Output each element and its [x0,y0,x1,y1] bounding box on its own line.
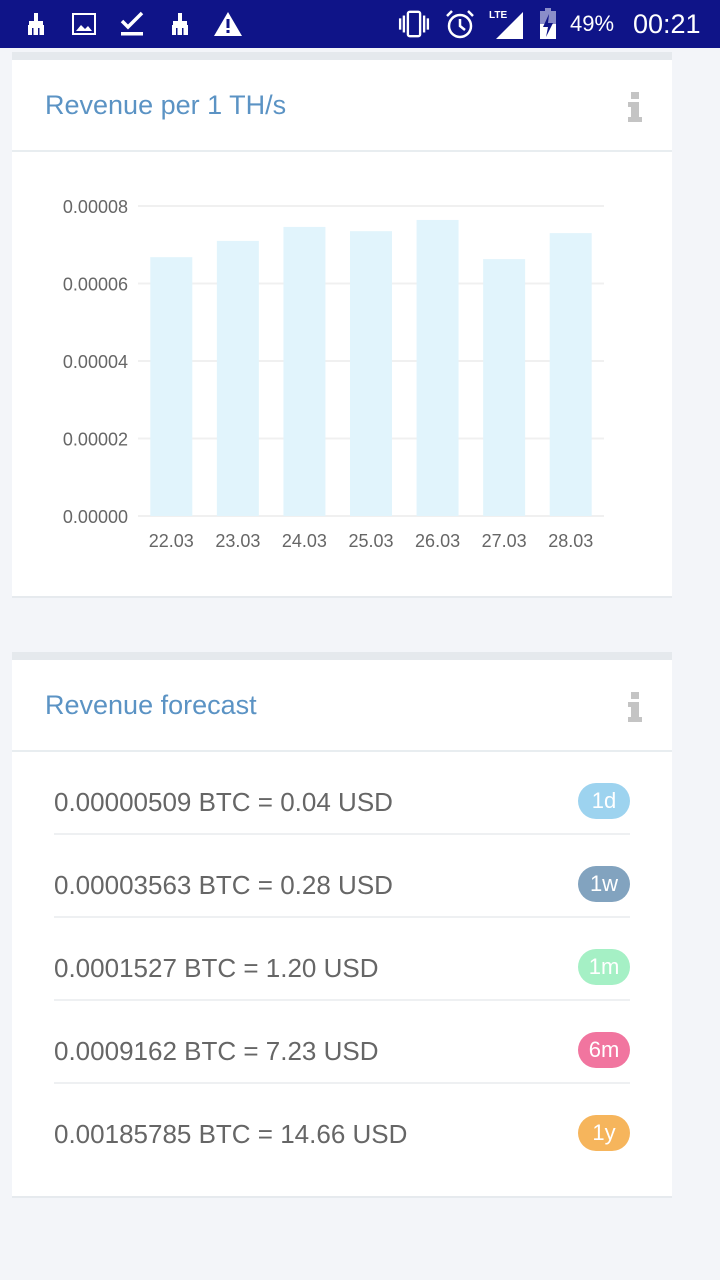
download-done-icon [116,8,148,40]
forecast-row: 0.0009162 BTC = 7.23 USD 6m [54,1001,630,1084]
image-icon [68,8,100,40]
svg-text:LTE: LTE [489,10,507,21]
card-title: Revenue forecast [45,690,257,720]
clock: 00:21 [633,9,701,39]
x-tick-label: 23.03 [215,531,260,551]
bar-25.03[interactable] [350,231,392,516]
revenue-chart-card: Revenue per 1 TH/s 0.00000 0.00002 0.00004… [12,52,672,598]
period-badge: 1y [578,1115,630,1151]
broom-icon [20,8,52,40]
forecast-row: 0.0001527 BTC = 1.20 USD 1m [54,918,630,1001]
bar-28.03[interactable] [549,233,592,516]
info-icon[interactable] [626,92,644,122]
y-tick-label: 0.00002 [63,430,128,450]
chart-svg: 0.00000 0.00002 0.00004 0.00006 0.00008 22.03… [63,197,604,551]
lte-signal-icon: LTE [488,8,526,40]
bar-chart: 0.00000 0.00002 0.00004 0.00006 0.00008 22.03… [12,152,672,594]
forecast-list: 0.00000509 BTC = 0.04 USD 1d 0.00003563 BT… [12,752,672,1167]
status-bar: LTE 49% 00:21 [0,0,720,48]
bar-24.03[interactable] [283,226,326,517]
warning-icon [212,8,244,40]
period-badge: 1w [578,866,630,902]
y-tick-label: 0.00006 [63,275,128,295]
forecast-row: 0.00000509 BTC = 0.04 USD 1d [54,752,630,835]
bar-23.03[interactable] [216,240,259,516]
period-badge: 6m [578,1032,630,1068]
battery-charging-icon [534,8,562,40]
x-tick-label: 27.03 [482,531,527,551]
period-badge: 1d [578,783,630,819]
y-tick-label: 0.00004 [63,352,128,372]
forecast-row: 0.00003563 BTC = 0.28 USD 1w [54,835,630,918]
card-header: Revenue forecast [12,660,672,752]
y-tick-label: 0.00008 [63,197,128,217]
x-tick-label: 28.03 [548,531,593,551]
y-tick-label: 0.00000 [63,507,128,527]
bar-27.03[interactable] [483,259,526,516]
battery-percent: 49% [570,11,615,36]
forecast-value: 0.00185785 BTC = 14.66 USD [54,1119,408,1149]
bar-22.03[interactable] [150,257,193,516]
period-badge: 1m [578,949,630,985]
alarm-icon [444,8,476,40]
bar-26.03[interactable] [416,219,459,516]
x-tick-label: 24.03 [282,531,327,551]
revenue-forecast-card: Revenue forecast 0.00000509 BTC = 0.04 U… [12,652,672,1198]
card-title: Revenue per 1 TH/s [45,90,287,120]
broom-icon [164,8,196,40]
card-header: Revenue per 1 TH/s [12,60,672,152]
vibrate-icon [398,8,430,40]
x-tick-label: 22.03 [149,531,194,551]
forecast-row: 0.00185785 BTC = 14.66 USD 1y [54,1084,630,1167]
x-tick-label: 25.03 [348,531,393,551]
info-icon[interactable] [626,692,644,722]
x-tick-label: 26.03 [415,531,460,551]
